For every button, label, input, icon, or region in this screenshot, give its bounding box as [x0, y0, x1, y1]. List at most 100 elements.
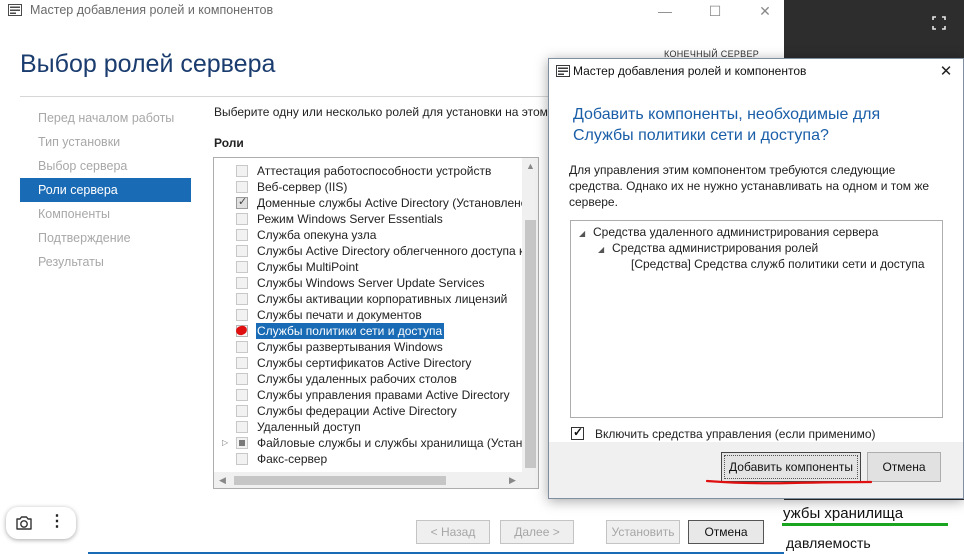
- role-row[interactable]: Службы MultiPoint: [214, 259, 522, 275]
- red-annotation-underline: [706, 479, 872, 485]
- role-label[interactable]: Факс-сервер: [256, 451, 329, 467]
- wizard-steps-nav: Перед началом работы Тип установки Выбор с…: [20, 106, 191, 274]
- scroll-right-arrow-icon[interactable]: ▶: [504, 472, 521, 488]
- role-row[interactable]: Службы сертификатов Active Directory: [214, 355, 522, 371]
- role-label[interactable]: Веб-сервер (IIS): [256, 179, 349, 195]
- role-row[interactable]: Службы Windows Server Update Services: [214, 275, 522, 291]
- tree-item[interactable]: ◢ Средства администрирования ролей: [598, 240, 818, 256]
- role-label[interactable]: Аттестация работоспособности устройств: [256, 163, 493, 179]
- dialog-description: Для управления этим компонентом требуютс…: [569, 163, 930, 209]
- role-row[interactable]: Аттестация работоспособности устройств: [214, 163, 522, 179]
- dialog-titlebar[interactable]: Мастер добавления ролей и компонентов ✕: [549, 59, 963, 85]
- role-checkbox[interactable]: [236, 165, 248, 177]
- role-checkbox[interactable]: [236, 453, 248, 465]
- camera-icon[interactable]: [15, 514, 33, 532]
- role-label[interactable]: Службы сертификатов Active Directory: [256, 355, 473, 371]
- dialog-close-button[interactable]: ✕: [935, 62, 957, 82]
- role-label[interactable]: Службы Active Directory облегченного дос…: [256, 243, 538, 259]
- scroll-thumb[interactable]: [525, 220, 536, 468]
- install-button[interactable]: Установить: [606, 520, 680, 544]
- tree-expanded-icon[interactable]: ◢: [598, 242, 612, 258]
- role-row[interactable]: Служба опекуна узла: [214, 227, 522, 243]
- role-row[interactable]: Доменные службы Active Directory (Устано…: [214, 195, 531, 211]
- step-item[interactable]: Перед началом работы: [20, 106, 191, 130]
- scroll-up-arrow-icon[interactable]: ▲: [522, 158, 538, 175]
- role-checkbox[interactable]: [236, 195, 248, 209]
- fullscreen-icon[interactable]: [932, 16, 946, 30]
- focus-rectangle: [724, 455, 858, 479]
- role-label[interactable]: Режим Windows Server Essentials: [256, 211, 445, 227]
- role-checkbox[interactable]: [236, 421, 248, 433]
- scroll-left-arrow-icon[interactable]: ◀: [214, 472, 231, 488]
- role-label[interactable]: Службы печати и документов: [256, 307, 424, 323]
- role-label[interactable]: Службы политики сети и доступа: [256, 323, 445, 339]
- expand-arrow-icon[interactable]: ▷: [222, 438, 230, 448]
- role-row[interactable]: Службы управления правами Active Directo…: [214, 387, 522, 403]
- role-label[interactable]: Удаленный доступ: [256, 419, 363, 435]
- step-item[interactable]: Роли сервера: [20, 178, 191, 202]
- roles-vertical-scrollbar[interactable]: ▲: [522, 158, 538, 472]
- role-row[interactable]: Службы печати и документов: [214, 307, 522, 323]
- tree-expanded-icon[interactable]: ◢: [579, 226, 593, 242]
- role-checkbox[interactable]: [236, 181, 248, 193]
- step-item[interactable]: Тип установки: [20, 130, 191, 154]
- role-label[interactable]: Службы федерации Active Directory: [256, 403, 459, 419]
- role-row[interactable]: Службы активации корпоративных лицензий: [214, 291, 522, 307]
- role-label[interactable]: Службы MultiPoint: [256, 259, 360, 275]
- role-row[interactable]: Режим Windows Server Essentials: [214, 211, 522, 227]
- role-checkbox[interactable]: [236, 261, 248, 273]
- scroll-thumb[interactable]: [234, 476, 446, 485]
- role-row[interactable]: Удаленный доступ: [214, 419, 522, 435]
- role-checkbox[interactable]: [236, 293, 248, 305]
- include-tools-label[interactable]: Включить средства управления (если приме…: [595, 426, 876, 442]
- role-label[interactable]: Службы активации корпоративных лицензий: [256, 291, 509, 307]
- role-checkbox[interactable]: [236, 229, 248, 241]
- role-row[interactable]: Службы удаленных рабочих столов: [214, 371, 522, 387]
- next-button[interactable]: Далее >: [500, 520, 574, 544]
- close-button[interactable]: ✕: [742, 0, 788, 22]
- role-row[interactable]: Службы развертывания Windows: [214, 339, 522, 355]
- role-row[interactable]: ▷ Файловые службы и службы хранилища (Уст…: [214, 435, 538, 451]
- wizard-titlebar[interactable]: Мастер добавления ролей и компонентов — …: [0, 0, 784, 22]
- step-item[interactable]: Подтверждение: [20, 226, 191, 250]
- step-item[interactable]: Компоненты: [20, 202, 191, 226]
- role-checkbox[interactable]: [236, 213, 248, 225]
- dialog-heading: Добавить компоненты, необходимые для Слу…: [573, 106, 881, 144]
- roles-horizontal-scrollbar[interactable]: ◀ ▶: [214, 472, 538, 488]
- role-label[interactable]: Служба опекуна узла: [256, 227, 378, 243]
- cancel-button[interactable]: Отмена: [688, 520, 764, 544]
- add-features-dialog: Мастер добавления ролей и компонентов ✕ …: [548, 58, 964, 499]
- role-label[interactable]: Доменные службы Active Directory (Устано…: [256, 195, 533, 211]
- back-button[interactable]: < Назад: [416, 520, 490, 544]
- role-row[interactable]: Службы Active Directory облегченного дос…: [214, 243, 538, 259]
- role-checkbox[interactable]: [236, 309, 248, 321]
- role-checkbox[interactable]: [236, 357, 248, 369]
- role-checkbox[interactable]: [236, 437, 248, 449]
- dialog-title: Мастер добавления ролей и компонентов: [573, 64, 807, 78]
- role-checkbox[interactable]: [236, 245, 248, 257]
- role-label[interactable]: Службы управления правами Active Directo…: [256, 387, 512, 403]
- include-tools-checkbox[interactable]: [571, 425, 584, 440]
- step-item[interactable]: Выбор сервера: [20, 154, 191, 178]
- more-vertical-icon[interactable]: ⋮: [48, 514, 66, 532]
- role-label[interactable]: Файловые службы и службы хранилища (Уста…: [256, 435, 538, 451]
- maximize-button[interactable]: ☐: [692, 0, 738, 22]
- role-checkbox[interactable]: [236, 373, 248, 385]
- role-row[interactable]: Службы федерации Active Directory: [214, 403, 522, 419]
- role-checkbox[interactable]: [236, 405, 248, 417]
- role-checkbox[interactable]: [236, 389, 248, 401]
- role-checkbox[interactable]: [236, 341, 248, 353]
- role-label[interactable]: Службы удаленных рабочих столов: [256, 371, 459, 387]
- role-label[interactable]: Службы развертывания Windows: [256, 339, 445, 355]
- role-row[interactable]: Факс-сервер: [214, 451, 522, 467]
- role-row[interactable]: Веб-сервер (IIS): [214, 179, 522, 195]
- minimize-button[interactable]: —: [642, 0, 688, 22]
- role-checkbox[interactable]: [236, 277, 248, 289]
- background-text: давляемость: [786, 535, 871, 551]
- tree-item[interactable]: [Средства] Средства служб политики сети …: [631, 256, 925, 272]
- dialog-cancel-button[interactable]: Отмена: [867, 452, 941, 482]
- step-item[interactable]: Результаты: [20, 250, 191, 274]
- tree-item[interactable]: ◢ Средства удаленного администрирования с…: [579, 224, 878, 240]
- role-label[interactable]: Службы Windows Server Update Services: [256, 275, 487, 291]
- role-row[interactable]: Службы политики сети и доступа: [214, 323, 522, 339]
